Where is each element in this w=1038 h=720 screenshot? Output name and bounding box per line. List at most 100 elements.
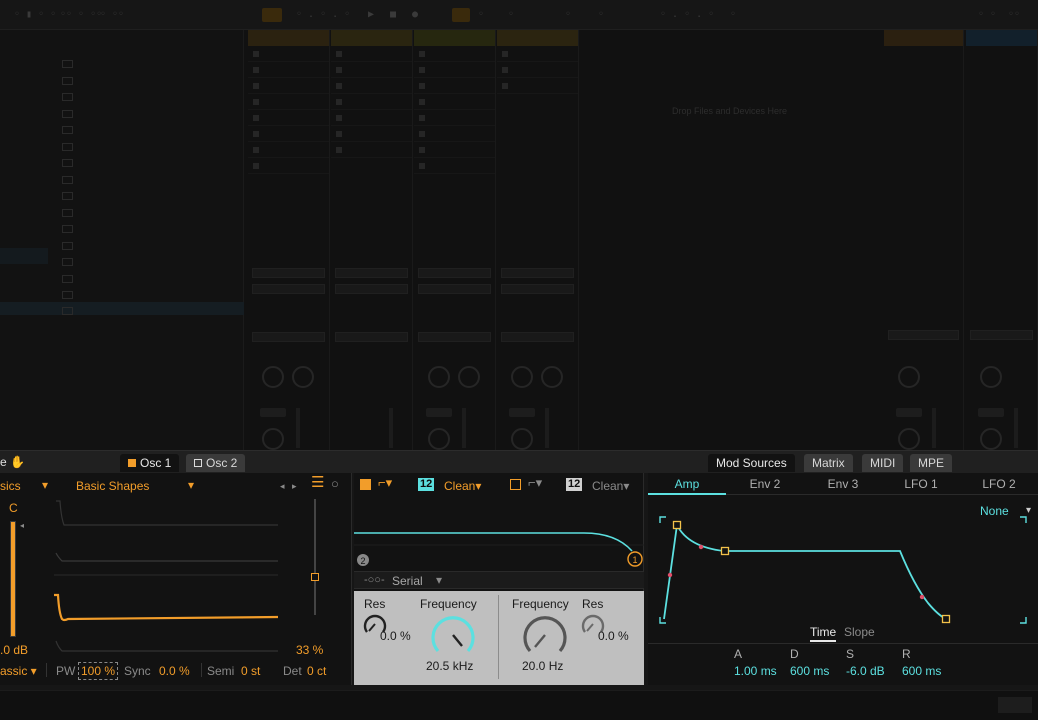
- category-chevron-icon[interactable]: ▾: [42, 478, 48, 492]
- filter-1-type-icon[interactable]: ⌐▾: [378, 476, 392, 490]
- tab-amp[interactable]: Amp: [648, 475, 726, 495]
- browser-row[interactable]: [62, 305, 77, 317]
- send-a-knob[interactable]: [511, 366, 533, 388]
- browser-row[interactable]: [62, 256, 77, 268]
- clip-slot[interactable]: [497, 62, 578, 78]
- wavetable-select[interactable]: Basic Shapes: [76, 479, 149, 493]
- output-type-select[interactable]: [418, 332, 491, 342]
- filter-1-toggle[interactable]: [360, 479, 371, 490]
- track-header[interactable]: [331, 30, 412, 46]
- play-icon[interactable]: ▶: [368, 9, 374, 21]
- browser-row[interactable]: [62, 190, 77, 202]
- track-3[interactable]: [414, 30, 496, 450]
- semi-value[interactable]: 0 st: [241, 664, 260, 678]
- output-type-select[interactable]: [501, 332, 574, 342]
- loop-icon[interactable]: ◦: [508, 9, 514, 21]
- view-time-button[interactable]: Time: [810, 625, 837, 642]
- clip-slot[interactable]: [414, 110, 495, 126]
- sustain-handle[interactable]: [720, 546, 730, 556]
- metronome-display[interactable]: ◦ ◦◦: [100, 9, 124, 21]
- browser-row[interactable]: [62, 91, 77, 103]
- status-bar-indicator[interactable]: [998, 697, 1032, 713]
- pan-knob[interactable]: [262, 428, 284, 450]
- tempo-display[interactable]: ◦ ▮ ◦ ◦: [14, 9, 56, 21]
- osc-mode-select[interactable]: assic ▾: [0, 664, 37, 678]
- det-value[interactable]: 0 ct: [307, 664, 326, 678]
- envelope-display[interactable]: [658, 515, 1028, 625]
- pan-knob[interactable]: [428, 428, 450, 450]
- tab-midi[interactable]: MIDI: [862, 454, 904, 472]
- automation-arm-icon[interactable]: ◦: [478, 9, 484, 21]
- release-value[interactable]: 600 ms: [902, 664, 941, 678]
- punch-in-icon[interactable]: ◦: [598, 9, 604, 21]
- clip-slot[interactable]: [497, 78, 578, 94]
- clip-slot[interactable]: [331, 94, 412, 110]
- volume-fader[interactable]: [296, 408, 300, 448]
- position-slider-handle[interactable]: [311, 573, 319, 581]
- clip-slot[interactable]: [248, 158, 329, 174]
- input-type-select[interactable]: [501, 268, 574, 278]
- send-a-knob[interactable]: [262, 366, 284, 388]
- clip-slot[interactable]: [248, 94, 329, 110]
- filter-2-res-value[interactable]: 0.0 %: [598, 629, 629, 643]
- volume-fader[interactable]: [932, 408, 936, 448]
- release-handle[interactable]: [941, 614, 951, 624]
- wavetable-display[interactable]: [52, 495, 280, 657]
- tab-matrix[interactable]: Matrix: [804, 454, 853, 472]
- clip-slot[interactable]: [414, 94, 495, 110]
- track-header[interactable]: [248, 30, 329, 46]
- send-b-knob[interactable]: [292, 366, 314, 388]
- view-slope-button[interactable]: Slope: [844, 625, 875, 639]
- browser-row[interactable]: [62, 223, 77, 235]
- release-curve-point[interactable]: [919, 594, 925, 600]
- loop-length-display[interactable]: ◦: [730, 9, 736, 21]
- browser-row[interactable]: [62, 141, 77, 153]
- input-channel-select[interactable]: [501, 284, 574, 294]
- decay-value[interactable]: 600 ms: [790, 664, 829, 678]
- clip-slot[interactable]: [331, 62, 412, 78]
- pan-knob[interactable]: [511, 428, 533, 450]
- loop-start-display[interactable]: ◦ . ◦ . ◦: [660, 9, 714, 21]
- filter-1-circuit-select[interactable]: Clean▾: [444, 479, 481, 493]
- arrangement-position-box[interactable]: [262, 8, 282, 22]
- track-2[interactable]: [331, 30, 413, 450]
- input-type-select[interactable]: [418, 268, 491, 278]
- browser-sidebar-selected[interactable]: [0, 248, 48, 264]
- filter-2-slope[interactable]: 12: [566, 478, 583, 491]
- volume-box[interactable]: [509, 408, 535, 417]
- osc-2-toggle[interactable]: [194, 459, 202, 467]
- filter-2-freq-value[interactable]: 20.0 Hz: [522, 659, 563, 673]
- input-type-select[interactable]: [252, 268, 325, 278]
- position-slider[interactable]: [311, 499, 319, 615]
- volume-box[interactable]: [260, 408, 286, 417]
- tab-osc-1[interactable]: Osc 1: [120, 454, 180, 472]
- tab-env-3[interactable]: Env 3: [804, 475, 882, 493]
- track-header[interactable]: [966, 30, 1037, 46]
- browser-row[interactable]: [62, 157, 77, 169]
- clip-slot[interactable]: [414, 78, 495, 94]
- filter-routing-select[interactable]: -○○- Serial ▾: [354, 571, 644, 589]
- prev-wavetable-icon[interactable]: ◂: [280, 479, 285, 493]
- tab-lfo-2[interactable]: LFO 2: [960, 475, 1038, 493]
- volume-box[interactable]: [896, 408, 922, 417]
- draw-mode-icon[interactable]: ◦: [565, 9, 571, 21]
- osc-gain-meter[interactable]: [10, 521, 16, 637]
- browser-row[interactable]: [62, 75, 77, 87]
- position-value[interactable]: 33 %: [296, 643, 323, 657]
- freq-value[interactable]: 20.5 kHz: [426, 659, 473, 673]
- input-type-select[interactable]: [335, 268, 408, 278]
- volume-fader[interactable]: [462, 408, 466, 448]
- clip-slot[interactable]: [248, 62, 329, 78]
- next-wavetable-icon[interactable]: ▸: [292, 479, 297, 493]
- send-a-knob[interactable]: [428, 366, 450, 388]
- clip-slot[interactable]: [248, 46, 329, 62]
- filter-1-slope[interactable]: 12: [418, 478, 435, 491]
- clip-slot[interactable]: [414, 158, 495, 174]
- volume-fader[interactable]: [545, 408, 549, 448]
- sustain-value[interactable]: -6.0 dB: [846, 664, 885, 678]
- tab-mod-sources[interactable]: Mod Sources: [708, 454, 795, 472]
- signature-display[interactable]: ◦◦ ◦ ◦◦: [60, 9, 102, 21]
- tab-env-2[interactable]: Env 2: [726, 475, 804, 493]
- decay-curve-point[interactable]: [698, 544, 704, 550]
- track-header[interactable]: [497, 30, 578, 46]
